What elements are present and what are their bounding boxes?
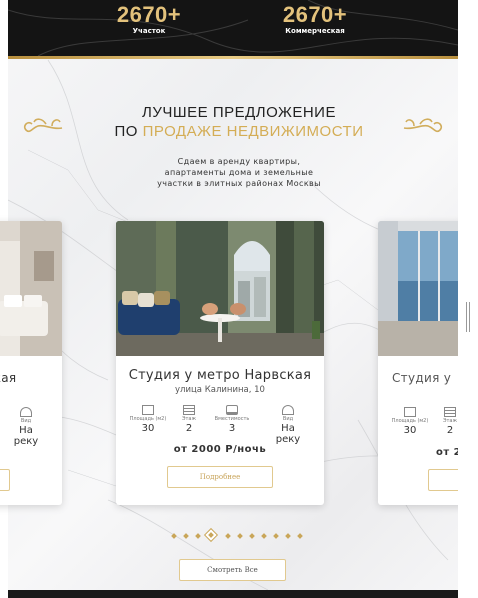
carousel-dots xyxy=(0,527,478,544)
area-icon xyxy=(404,407,416,417)
card-photo xyxy=(116,221,324,356)
feature-label: Вместимость xyxy=(214,416,250,422)
section-subtitle: Сдаем в аренду квартиры, апартаменты дом… xyxy=(0,156,478,189)
carousel-dot[interactable] xyxy=(297,533,303,539)
property-card-prev[interactable]: рвская Вид На реку xyxy=(0,221,62,505)
card-title: рвская xyxy=(0,371,17,385)
card-address: улица Калинина, 10 xyxy=(175,385,265,395)
feature-label: Площадь (м2) xyxy=(391,418,429,424)
bed-icon xyxy=(226,405,238,415)
feature-label: Вид xyxy=(20,418,32,424)
floor-icon xyxy=(183,405,195,415)
carousel-dot[interactable] xyxy=(225,533,231,539)
feature-label: Вид xyxy=(282,416,294,422)
stat-label: Участок xyxy=(132,27,166,35)
feature-value: 3 xyxy=(228,423,236,434)
page: 2670+ Участок 2670+ Коммерческая ЛУЧШЕЕ … xyxy=(0,0,478,598)
card-title: Студия у метро Нарвская xyxy=(128,368,312,383)
subtitle-line: участки в элитных районах Москвы xyxy=(157,179,321,188)
carousel-dot[interactable] xyxy=(195,533,201,539)
carousel-dot-active[interactable] xyxy=(203,527,219,543)
details-button[interactable]: Подробнее xyxy=(167,466,273,488)
title-gold: ПРОДАЖЕ НЕДВИЖИМОСТИ xyxy=(142,123,364,140)
feature-label: Площадь (м2) xyxy=(129,416,167,422)
feature-floor: Этаж 2 xyxy=(169,405,209,434)
view-icon xyxy=(20,407,32,417)
gold-divider xyxy=(8,56,458,59)
stat-land: 2670+ Участок xyxy=(84,2,214,35)
stat-value: 2670+ xyxy=(116,2,182,27)
floor-icon xyxy=(444,407,456,417)
feature-label: Этаж xyxy=(182,416,196,422)
feature-capacity: Вместимость 3 xyxy=(212,405,252,434)
feature-view: Вид На реку xyxy=(268,405,308,445)
stat-commercial: 2670+ Коммерческая xyxy=(250,2,380,35)
carousel-dot[interactable] xyxy=(249,533,255,539)
area-icon xyxy=(142,405,154,415)
carousel-dot[interactable] xyxy=(183,533,189,539)
feature-area: Площадь (м2) 30 xyxy=(390,407,430,436)
stats-band: 2670+ Участок 2670+ Коммерческая xyxy=(8,0,458,56)
card-title: Студия у xyxy=(392,371,452,385)
feature-value: 30 xyxy=(403,425,417,436)
feature-value: 2 xyxy=(185,423,193,434)
details-button[interactable] xyxy=(0,469,10,491)
card-price: от 2000 Р/ночь xyxy=(173,444,267,455)
view-icon xyxy=(282,405,294,415)
footer-band xyxy=(8,590,458,598)
feature-value: На реку xyxy=(13,425,39,447)
view-all-button[interactable]: Смотреть Все xyxy=(179,559,286,581)
subtitle-line: Сдаем в аренду квартиры, xyxy=(177,157,301,166)
carousel-dot[interactable] xyxy=(285,533,291,539)
section-title-line1: ЛУЧШЕЕ ПРЕДЛОЖЕНИЕ xyxy=(142,104,336,121)
subtitle-line: апартаменты дома и земельные xyxy=(164,168,314,177)
carousel-dot[interactable] xyxy=(237,533,243,539)
title-prefix: ПО xyxy=(114,123,143,140)
stat-value: 2670+ xyxy=(282,2,348,27)
feature-view: Вид На реку xyxy=(6,407,46,447)
section-title-line2: ПО ПРОДАЖЕ НЕДВИЖИМОСТИ xyxy=(0,123,478,140)
feature-value: 30 xyxy=(141,423,155,434)
carousel-dot[interactable] xyxy=(273,533,279,539)
card-photo xyxy=(0,221,62,356)
scrollbar-handle[interactable] xyxy=(466,302,470,332)
stat-label: Коммерческая xyxy=(285,27,345,35)
feature-value: На реку xyxy=(275,423,301,445)
property-card[interactable]: Студия у метро Нарвская улица Калинина, … xyxy=(116,221,324,505)
carousel-dot[interactable] xyxy=(171,533,177,539)
carousel-dot[interactable] xyxy=(261,533,267,539)
page-margin xyxy=(458,0,478,598)
feature-area: Площадь (м2) 30 xyxy=(128,405,168,434)
